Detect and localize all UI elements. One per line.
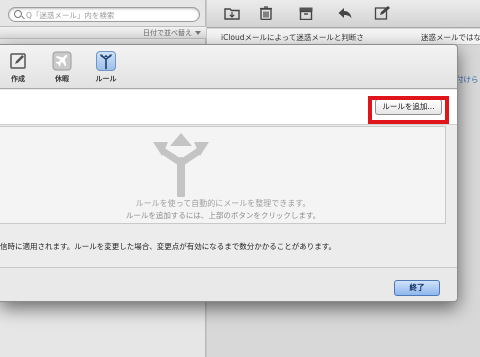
mail-subject-preview: 迷惑メールではな [421, 33, 480, 42]
tab-label: 休暇 [55, 75, 69, 83]
chevron-down-icon [195, 31, 201, 35]
tab-label: ルール [95, 75, 117, 83]
mail-subject: iCloudメールによって迷惑メールと判断さ [221, 33, 364, 42]
sort-bar[interactable]: 日付で並べ替え [0, 26, 206, 39]
tab-vacation[interactable]: 休暇 [48, 51, 76, 87]
rules-list-empty: ルールを使って自動的にメールを整理できます。 ルールを追加するには、上部のボタン… [0, 126, 446, 224]
archive-icon[interactable] [298, 6, 314, 20]
preferences-sheet: 作成 休暇 ルール ルールを追加... ルールを使って自動的にメールを整理できま… [0, 44, 458, 302]
compose-icon [10, 53, 26, 69]
preferences-tab-bar: 作成 休暇 ルール [0, 45, 457, 89]
search-field[interactable]: Q「迷惑メール」内を検索 [8, 7, 200, 22]
tab-label: 作成 [11, 75, 25, 83]
mail-list-row[interactable]: iCloudメールによって迷惑メールと判断さ 迷惑メールではな [207, 29, 480, 45]
rules-note: 信時に適用されます。ルールを変更した場合、変更点が有効になるまで数分かかることが… [0, 242, 336, 251]
done-button[interactable]: 終了 [394, 280, 440, 296]
rules-arrows-icon [96, 51, 116, 71]
airplane-icon [52, 51, 72, 71]
trash-icon[interactable] [258, 6, 274, 20]
compose-icon[interactable] [374, 6, 390, 20]
sort-label: 日付で並べ替え [143, 29, 192, 37]
tab-compose[interactable]: 作成 [4, 51, 32, 87]
sheet-footer: 終了 [0, 267, 457, 301]
empty-state-hint: ルールを追加するには、上部のボタンをクリックします。 [125, 211, 321, 220]
peek-text: 付けら [456, 75, 479, 84]
folder-move-icon[interactable] [224, 6, 240, 20]
mail-toolbar [207, 0, 480, 28]
empty-state-message: ルールを使って自動的にメールを整理できます。 [135, 199, 311, 208]
search-placeholder: Q「迷惑メール」内を検索 [26, 11, 115, 20]
tab-rules[interactable]: ルール [92, 51, 120, 87]
reply-icon[interactable] [337, 6, 353, 20]
rules-arrows-icon [153, 133, 209, 197]
highlight-box [368, 96, 449, 124]
search-icon [14, 10, 22, 18]
